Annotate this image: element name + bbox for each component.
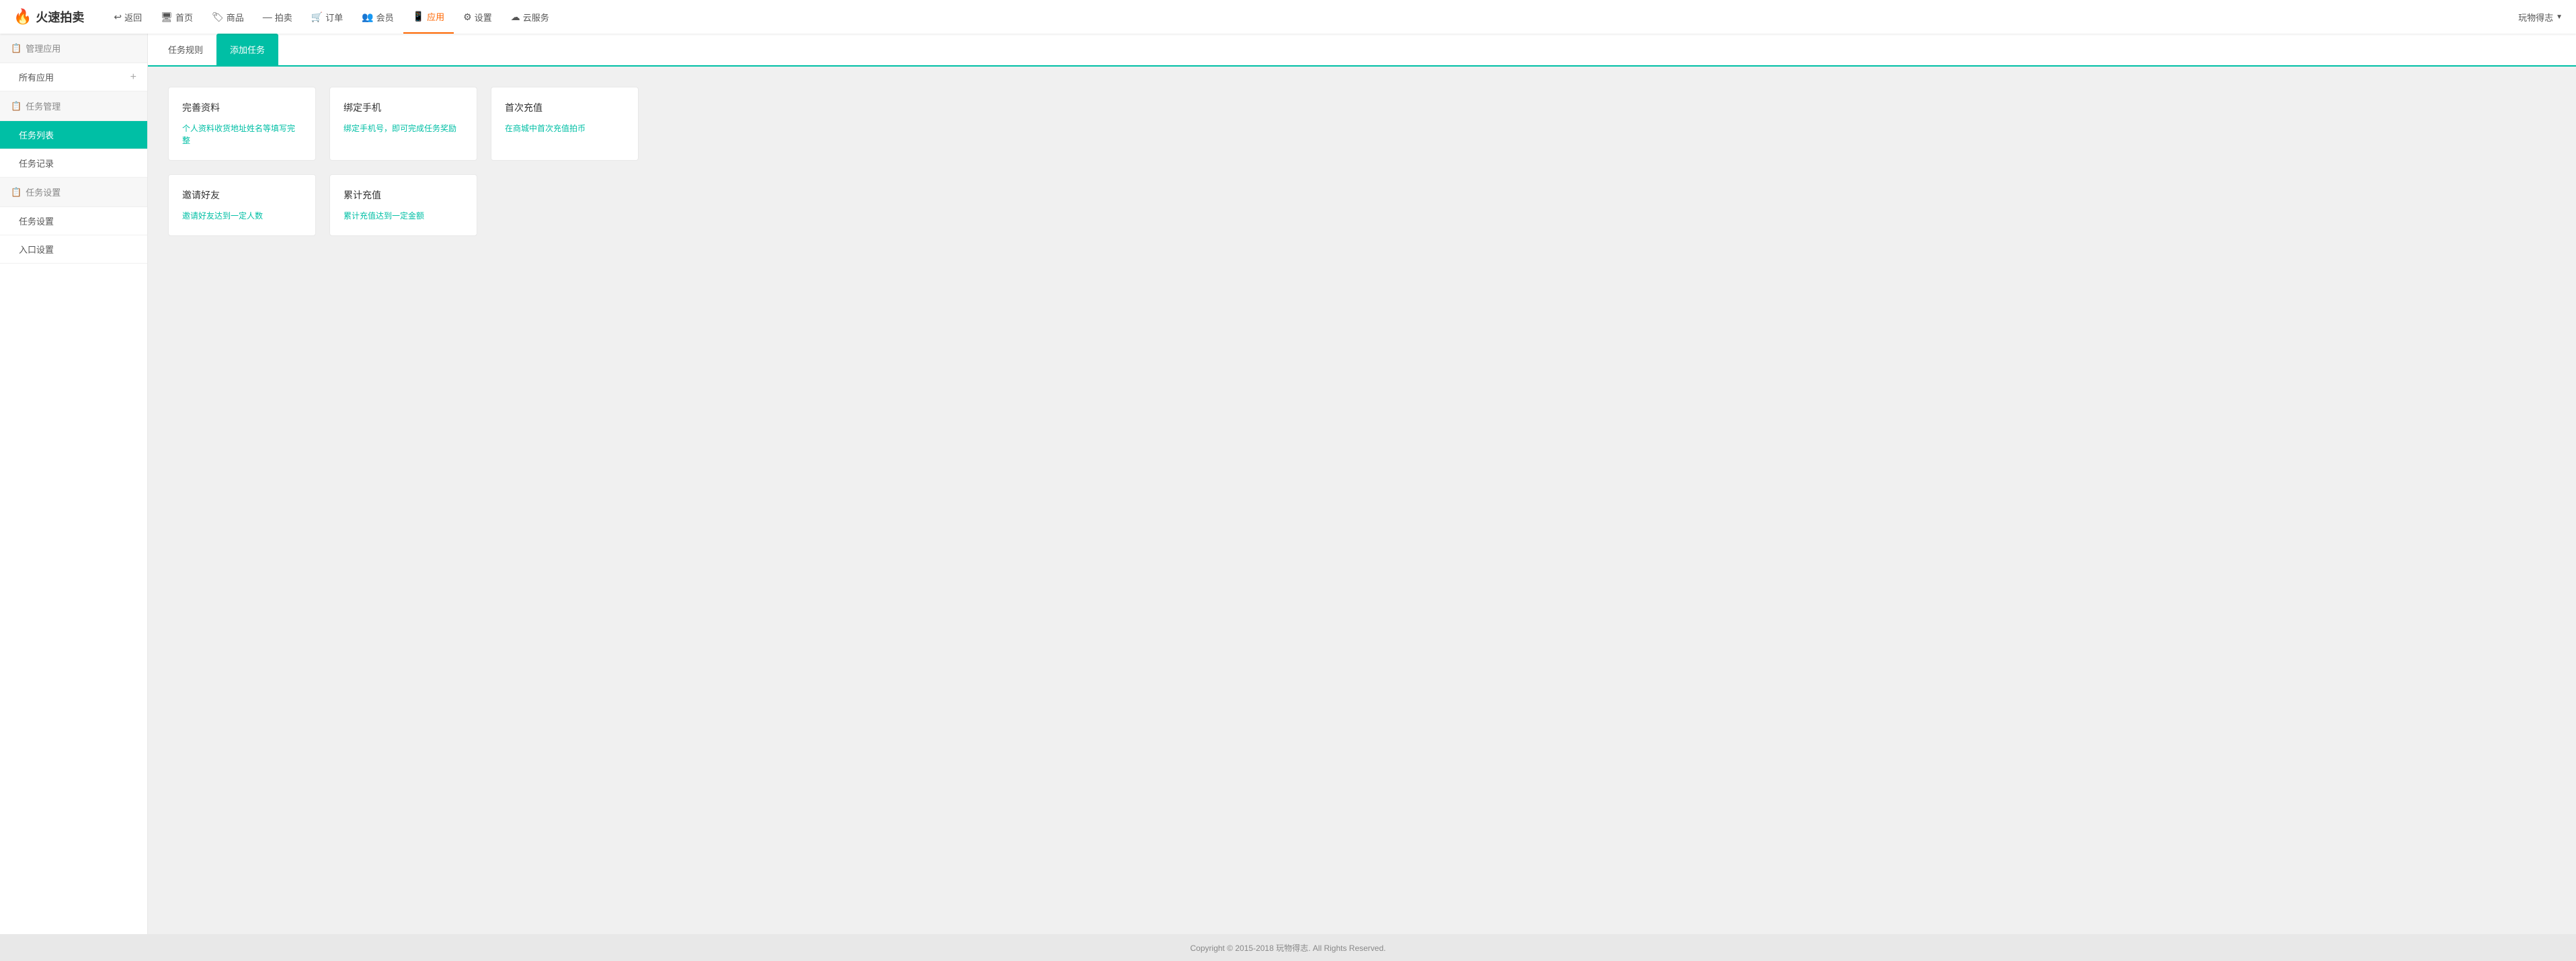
nav-label-back: 返回 — [124, 11, 142, 24]
nav-item-auction[interactable]: —拍卖 — [253, 0, 302, 34]
nav-label-members: 会员 — [376, 11, 394, 24]
nav-icon-members: 👥 — [362, 11, 373, 23]
logo-text: 火速拍卖 — [36, 8, 84, 26]
task-card-first-recharge[interactable]: 首次充值 在商城中首次充值拍币 — [491, 87, 639, 161]
task-card-title-first-recharge: 首次充值 — [505, 101, 625, 114]
user-menu[interactable]: 玩物得志 ▼ — [2518, 11, 2563, 24]
task-card-grid: 完善资料 个人资料收货地址姓名等填写完整 绑定手机 绑定手机号，即可完成任务奖励… — [168, 87, 652, 236]
nav-icon-auction: — — [263, 11, 272, 22]
nav-label-home: 首页 — [175, 11, 193, 24]
main-layout: 📋管理应用所有应用+📋任务管理任务列表任务记录📋任务设置任务设置入口设置 任务规… — [0, 34, 2576, 934]
tab-task-rules[interactable]: 任务规则 — [155, 34, 216, 67]
sidebar-label-task-config: 任务设置 — [19, 215, 54, 227]
nav-icon-products: 🏷 — [212, 11, 224, 23]
task-card-desc-bind-phone: 绑定手机号，即可完成任务奖励 — [344, 122, 463, 134]
sidebar-item-all-apps[interactable]: 所有应用 + — [0, 63, 147, 91]
tab-add-task[interactable]: 添加任务 — [216, 34, 278, 67]
task-card-title-invite-friends: 邀请好友 — [182, 188, 302, 202]
nav-item-products[interactable]: 🏷商品 — [202, 0, 253, 34]
nav-label-apps: 应用 — [427, 10, 444, 23]
sidebar: 📋管理应用所有应用+📋任务管理任务列表任务记录📋任务设置任务设置入口设置 — [0, 34, 148, 934]
task-card-desc-complete-profile: 个人资料收货地址姓名等填写完整 — [182, 122, 302, 147]
task-card-invite-friends[interactable]: 邀请好友 邀请好友达到一定人数 — [168, 174, 316, 236]
logo[interactable]: 🔥 火速拍卖 — [13, 8, 84, 26]
logo-icon: 🔥 — [13, 8, 32, 26]
sidebar-section-task-manage: 📋 任务管理 — [0, 91, 147, 121]
nav-item-cloud[interactable]: ☁云服务 — [501, 0, 559, 34]
sidebar-section-manage-apps: 📋 管理应用 — [0, 34, 147, 63]
plus-icon-all-apps[interactable]: + — [130, 71, 136, 83]
username-label: 玩物得志 — [2518, 11, 2553, 24]
task-card-title-complete-profile: 完善资料 — [182, 101, 302, 114]
copyright-text: Copyright © 2015-2018 玩物得志. All Rights R… — [1191, 942, 1386, 954]
sidebar-label-task-list: 任务列表 — [19, 128, 54, 141]
tab-label-add-task: 添加任务 — [230, 45, 265, 55]
task-card-title-bind-phone: 绑定手机 — [344, 101, 463, 114]
task-card-cumulative-recharge[interactable]: 累计充值 累计充值达到一定金额 — [329, 174, 477, 236]
nav-right: 玩物得志 ▼ — [2518, 11, 2563, 24]
nav-item-back[interactable]: ↩返回 — [104, 0, 151, 34]
task-card-desc-invite-friends: 邀请好友达到一定人数 — [182, 210, 302, 222]
nav-item-home[interactable]: 🖥首页 — [151, 0, 202, 34]
section-title-task-settings: 任务设置 — [26, 186, 61, 198]
section-title-manage-apps: 管理应用 — [26, 42, 61, 54]
task-card-desc-cumulative-recharge: 累计充值达到一定金额 — [344, 210, 463, 222]
content-area: 任务规则 添加任务 完善资料 个人资料收货地址姓名等填写完整 绑定手机 绑定手机号… — [148, 34, 2576, 934]
sidebar-section-task-settings: 📋 任务设置 — [0, 178, 147, 207]
header: 🔥 火速拍卖 ↩返回🖥首页🏷商品—拍卖🛒订单👥会员📱应用⚙设置☁云服务 玩物得志… — [0, 0, 2576, 34]
task-card-bind-phone[interactable]: 绑定手机 绑定手机号，即可完成任务奖励 — [329, 87, 477, 161]
sidebar-item-task-config[interactable]: 任务设置 — [0, 207, 147, 235]
section-icon-task-manage: 📋 — [11, 101, 22, 112]
sidebar-label-all-apps: 所有应用 — [19, 71, 54, 83]
sidebar-item-task-record[interactable]: 任务记录 — [0, 149, 147, 178]
nav-label-settings: 设置 — [475, 11, 492, 24]
nav-icon-home: 🖥 — [161, 11, 173, 23]
sidebar-item-entry-config[interactable]: 入口设置 — [0, 235, 147, 264]
nav-label-cloud: 云服务 — [523, 11, 549, 24]
nav-icon-cloud: ☁ — [511, 11, 520, 23]
nav-icon-orders: 🛒 — [311, 11, 323, 23]
task-card-title-cumulative-recharge: 累计充值 — [344, 188, 463, 202]
footer: Copyright © 2015-2018 玩物得志. All Rights R… — [0, 934, 2576, 961]
section-title-task-manage: 任务管理 — [26, 100, 61, 112]
tab-label-task-rules: 任务规则 — [168, 45, 203, 55]
sidebar-label-entry-config: 入口设置 — [19, 243, 54, 256]
nav-icon-apps: 📱 — [413, 11, 424, 22]
nav-item-apps[interactable]: 📱应用 — [403, 0, 454, 34]
nav-icon-back: ↩ — [114, 11, 122, 23]
nav-item-orders[interactable]: 🛒订单 — [302, 0, 352, 34]
sidebar-item-task-list[interactable]: 任务列表 — [0, 121, 147, 149]
task-card-complete-profile[interactable]: 完善资料 个人资料收货地址姓名等填写完整 — [168, 87, 316, 161]
section-icon-manage-apps: 📋 — [11, 43, 22, 54]
task-card-desc-first-recharge: 在商城中首次充值拍币 — [505, 122, 625, 134]
nav-label-auction: 拍卖 — [275, 11, 292, 24]
nav-item-members[interactable]: 👥会员 — [352, 0, 403, 34]
task-add-content: 完善资料 个人资料收货地址姓名等填写完整 绑定手机 绑定手机号，即可完成任务奖励… — [148, 67, 2576, 256]
tab-bar: 任务规则 添加任务 — [148, 34, 2576, 67]
nav-item-settings[interactable]: ⚙设置 — [454, 0, 501, 34]
user-dropdown-arrow: ▼ — [2556, 13, 2563, 21]
nav-icon-settings: ⚙ — [463, 11, 472, 23]
nav-label-orders: 订单 — [325, 11, 343, 24]
nav-label-products: 商品 — [227, 11, 244, 24]
sidebar-label-task-record: 任务记录 — [19, 157, 54, 169]
main-nav: ↩返回🖥首页🏷商品—拍卖🛒订单👥会员📱应用⚙设置☁云服务 — [104, 0, 2518, 34]
section-icon-task-settings: 📋 — [11, 187, 22, 198]
